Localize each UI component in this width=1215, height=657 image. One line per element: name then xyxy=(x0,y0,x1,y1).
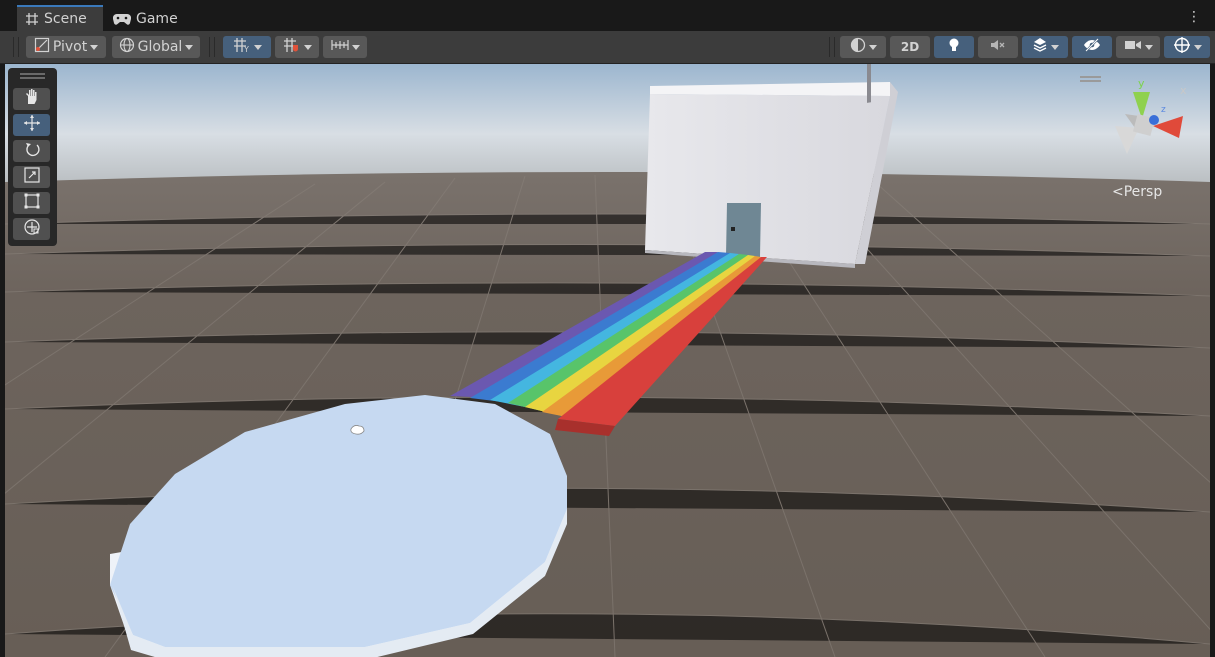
chevron-down-icon xyxy=(90,44,99,50)
scene-viewport[interactable] xyxy=(5,64,1210,657)
scene-render xyxy=(5,64,1210,657)
camera-dropdown[interactable] xyxy=(1116,36,1160,58)
toggle-2d-label: 2D xyxy=(900,40,920,54)
tab-game[interactable]: Game xyxy=(105,7,185,31)
rect-icon xyxy=(23,192,41,214)
gamepad-icon xyxy=(113,13,131,25)
projection-toggle[interactable]: <Persp xyxy=(1112,184,1162,200)
rotate-icon xyxy=(23,140,41,162)
chevron-down-icon xyxy=(868,44,877,50)
lightbulb-icon xyxy=(947,37,961,57)
move-tool-button[interactable] xyxy=(13,114,50,136)
chevron-down-icon xyxy=(253,44,262,50)
svg-text:Y: Y xyxy=(243,45,249,53)
axis-z-cone[interactable] xyxy=(1149,115,1159,125)
axis-y-cone[interactable] xyxy=(1133,92,1150,119)
increment-snapping-dropdown[interactable] xyxy=(323,36,367,58)
hand-tool-button[interactable] xyxy=(13,88,50,110)
gizmo-crosshair-icon xyxy=(1173,36,1191,58)
tab-bar: Scene Game ⋮ xyxy=(0,0,1215,31)
axis-y-label: y xyxy=(1138,77,1145,90)
overlay-grip[interactable] xyxy=(20,73,45,79)
globe-icon xyxy=(119,37,135,57)
cursor-cloud-icon xyxy=(350,425,365,435)
chevron-down-icon xyxy=(303,44,312,50)
toolbar-grip[interactable] xyxy=(209,37,215,57)
tab-scene[interactable]: Scene xyxy=(17,5,103,31)
rotate-tool-button[interactable] xyxy=(13,140,50,162)
lighting-toggle[interactable] xyxy=(934,36,974,58)
more-options-icon[interactable]: ⋮ xyxy=(1187,9,1201,25)
camera-icon xyxy=(1124,39,1142,55)
rect-tool-button[interactable] xyxy=(13,192,50,214)
grid-visibility-dropdown[interactable]: Y xyxy=(223,36,271,58)
global-dropdown[interactable]: Global xyxy=(112,36,200,58)
gizmos-dropdown[interactable] xyxy=(1164,36,1210,58)
chevron-down-icon xyxy=(1050,44,1059,50)
building xyxy=(645,64,898,268)
hidden-objects-toggle[interactable] xyxy=(1072,36,1112,58)
scene-toolbar: Pivot Global Y 2D xyxy=(0,31,1215,64)
chevron-down-icon xyxy=(185,44,194,50)
pivot-icon xyxy=(34,37,50,57)
pivot-label: Pivot xyxy=(52,39,88,55)
toggle-2d-button[interactable]: 2D xyxy=(890,36,930,58)
chevron-down-icon xyxy=(351,44,360,50)
axis-z-label: z xyxy=(1161,105,1166,115)
orientation-gizmo[interactable]: y z x xyxy=(1105,74,1195,164)
audio-toggle[interactable] xyxy=(978,36,1018,58)
scale-tool-button[interactable] xyxy=(13,166,50,188)
tools-overlay xyxy=(8,68,57,246)
grid-snap-icon xyxy=(283,37,301,57)
ruler-icon xyxy=(330,37,349,57)
toolbar-grip[interactable] xyxy=(829,37,835,57)
speaker-muted-icon xyxy=(990,38,1006,56)
svg-text:x: x xyxy=(1180,84,1187,97)
tab-game-label: Game xyxy=(136,11,178,27)
eye-slash-icon xyxy=(1083,38,1101,56)
effects-dropdown[interactable] xyxy=(1022,36,1068,58)
grid-y-icon: Y xyxy=(233,37,251,57)
transform-tool-button[interactable] xyxy=(13,218,50,240)
toolbar-grip[interactable] xyxy=(13,37,19,57)
chevron-down-icon xyxy=(1144,44,1153,50)
global-label: Global xyxy=(137,39,183,55)
pivot-dropdown[interactable]: Pivot xyxy=(26,36,106,58)
projection-label: Persp xyxy=(1123,184,1163,200)
tab-scene-label: Scene xyxy=(44,11,87,27)
move-arrows-icon xyxy=(23,114,41,136)
perspective-angle-icon: < xyxy=(1112,184,1124,200)
scale-icon xyxy=(23,166,41,188)
hand-icon xyxy=(23,88,41,110)
grid-snapping-dropdown[interactable] xyxy=(275,36,319,58)
unity-scene-window: Scene Game ⋮ Pivot Global Y 2D y z x <Pe… xyxy=(0,0,1215,657)
effects-layers-icon xyxy=(1032,37,1048,57)
shaded-sphere-icon xyxy=(850,37,866,57)
gizmo-grip[interactable] xyxy=(1080,76,1101,82)
transform-icon xyxy=(23,218,41,240)
grid-hash-icon xyxy=(25,12,39,26)
draw-mode-dropdown[interactable] xyxy=(840,36,886,58)
chevron-down-icon xyxy=(1193,44,1202,50)
